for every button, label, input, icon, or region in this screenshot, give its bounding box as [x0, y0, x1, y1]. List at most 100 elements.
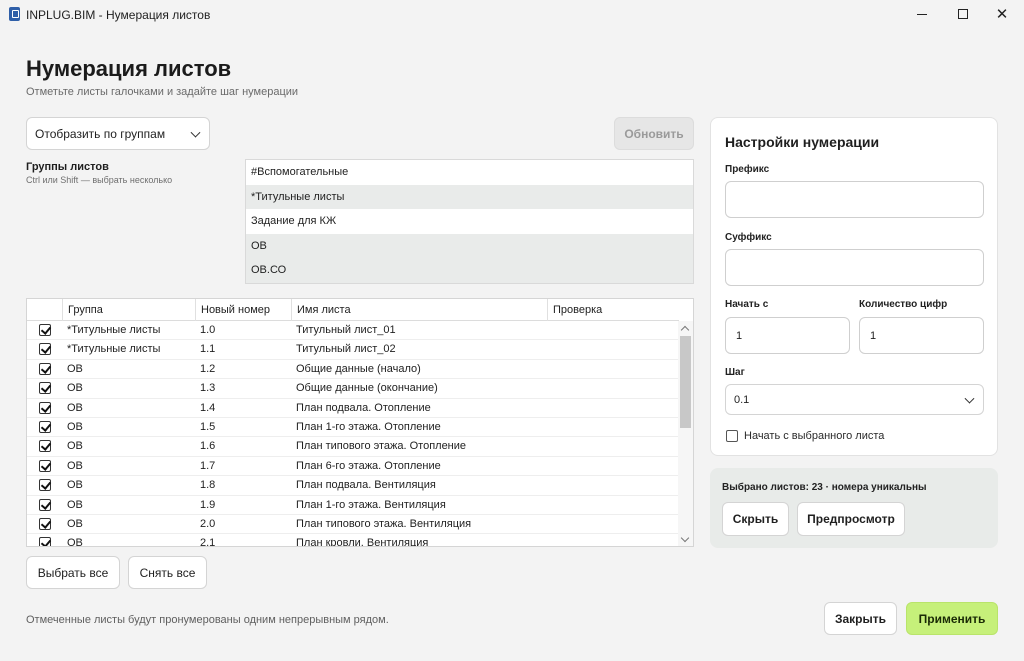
scroll-down-icon[interactable]	[680, 533, 690, 543]
row-number: 1.2	[200, 362, 216, 375]
prefix-input[interactable]	[725, 181, 984, 218]
table-row[interactable]: ОВ 1.3 Общие данные (окончание)	[27, 379, 679, 399]
row-check	[547, 379, 552, 398]
scroll-up-icon[interactable]	[680, 325, 690, 335]
row-checkbox[interactable]	[39, 459, 51, 472]
row-checkbox[interactable]	[39, 440, 51, 453]
table-row[interactable]: ОВ 2.1 План кровли. Вентиляция	[27, 534, 679, 547]
refresh-button[interactable]: Обновить	[614, 117, 694, 150]
column-header-number[interactable]: Новый номер	[195, 299, 291, 321]
table-row[interactable]: *Титульные листы 1.1 Титульный лист_02	[27, 340, 679, 360]
row-checkbox[interactable]	[39, 498, 51, 511]
row-group: *Титульные листы	[67, 343, 161, 356]
close-icon: ✕	[995, 6, 1009, 23]
row-group: *Титульные листы	[67, 324, 161, 336]
chevron-down-icon	[190, 127, 201, 138]
row-number: 1.1	[200, 343, 216, 356]
row-number: 1.0	[200, 324, 216, 336]
digits-input[interactable]: 1	[859, 317, 984, 354]
table-header: Группа Новый номер Имя листа Проверка	[27, 299, 679, 321]
page-subtitle: Отметьте листы галочками и задайте шаг н…	[26, 86, 299, 98]
digits-label: Количество цифр	[859, 299, 948, 310]
table-row[interactable]: ОВ 1.5 План 1-го этажа. Отопление	[27, 418, 679, 438]
group-item[interactable]: ОВ	[246, 233, 693, 259]
start-label: Начать с	[725, 299, 769, 310]
row-sheet-name: План типового этажа. Вентиляция	[296, 518, 472, 530]
column-header-group[interactable]: Группа	[62, 299, 195, 321]
row-check	[547, 476, 552, 495]
row-number: 1.5	[200, 421, 216, 433]
selection-status-panel: Выбрано листов: 23 · номера уникальны Ск…	[710, 468, 998, 548]
table-row[interactable]: ОВ 1.2 Общие данные (начало)	[27, 360, 679, 380]
suffix-input[interactable]	[725, 249, 984, 286]
row-sheet-name: План 1-го этажа. Отопление	[296, 421, 441, 433]
row-check	[547, 496, 552, 515]
table-row[interactable]: *Титульные листы 1.0 Титульный лист_01	[27, 321, 679, 341]
group-item[interactable]: ОВ.СО	[246, 258, 693, 283]
row-checkbox[interactable]	[39, 362, 51, 375]
table-row[interactable]: ОВ 1.8 План подвала. Вентиляция	[27, 476, 679, 496]
checkbox-column-header	[27, 299, 62, 321]
suffix-label: Суффикс	[725, 232, 772, 243]
deselect-all-button[interactable]: Снять все	[128, 556, 207, 589]
scroll-thumb[interactable]	[680, 336, 691, 428]
table-row[interactable]: ОВ 1.6 План типового этажа. Отопление	[27, 437, 679, 457]
maximize-button[interactable]	[943, 0, 983, 28]
row-group: ОВ	[67, 479, 83, 492]
row-checkbox[interactable]	[39, 324, 51, 336]
row-checkbox[interactable]	[39, 421, 51, 433]
start-from-selected-checkbox[interactable]	[726, 430, 738, 442]
table-row[interactable]: ОВ 1.7 План 6-го этажа. Отопление	[27, 457, 679, 477]
start-from-selected-label: Начать с выбранного листа	[744, 430, 885, 442]
sheets-table: Группа Новый номер Имя листа Проверка *Т…	[26, 298, 694, 547]
table-scrollbar[interactable]	[678, 321, 693, 546]
row-check	[547, 515, 552, 534]
row-checkbox[interactable]	[39, 479, 51, 492]
preview-button[interactable]: Предпросмотр	[797, 502, 905, 536]
window-title: INPLUG.BIM - Нумерация листов	[26, 8, 211, 22]
page-title: Нумерация листов	[26, 56, 232, 81]
row-sheet-name: План 1-го этажа. Вентиляция	[296, 498, 446, 511]
row-sheet-name: План кровли. Вентиляция	[296, 537, 429, 547]
apply-button[interactable]: Применить	[906, 602, 998, 635]
row-check	[547, 321, 552, 340]
row-group: ОВ	[67, 421, 83, 433]
row-checkbox[interactable]	[39, 518, 51, 530]
hide-button[interactable]: Скрыть	[722, 502, 789, 536]
chevron-down-icon	[964, 393, 975, 404]
group-item[interactable]: #Вспомогательные	[246, 160, 693, 185]
table-row[interactable]: ОВ 1.4 План подвала. Отопление	[27, 399, 679, 418]
column-header-check[interactable]: Проверка	[547, 299, 679, 321]
selection-status-text: Выбрано листов: 23 · номера уникальны	[722, 482, 927, 493]
start-number-input[interactable]: 1	[725, 317, 850, 354]
row-group: ОВ	[67, 362, 83, 375]
group-item[interactable]: *Титульные листы	[246, 184, 693, 210]
row-number: 1.8	[200, 479, 216, 492]
groups-hint: Ctrl или Shift — выбрать несколько	[26, 175, 173, 185]
close-button[interactable]: Закрыть	[824, 602, 897, 635]
step-select[interactable]: 0.1	[725, 384, 984, 415]
group-item[interactable]: Задание для КЖ	[246, 209, 693, 234]
group-list[interactable]: #Вспомогательные *Титульные листы Задани…	[245, 159, 694, 284]
row-checkbox[interactable]	[39, 401, 51, 414]
column-header-name[interactable]: Имя листа	[291, 299, 547, 321]
app-logo-icon	[9, 7, 20, 21]
row-check	[547, 360, 552, 379]
row-checkbox[interactable]	[39, 382, 51, 395]
row-sheet-name: План 6-го этажа. Отопление	[296, 459, 441, 472]
view-mode-select[interactable]: Отобразить по группам	[26, 117, 210, 150]
minimize-button[interactable]	[902, 0, 942, 28]
select-all-button[interactable]: Выбрать все	[26, 556, 120, 589]
row-check	[547, 340, 552, 359]
table-row[interactable]: ОВ 1.9 План 1-го этажа. Вентиляция	[27, 496, 679, 515]
row-group: ОВ	[67, 401, 83, 414]
row-checkbox[interactable]	[39, 343, 51, 356]
row-sheet-name: План подвала. Отопление	[296, 401, 431, 414]
close-window-button[interactable]: ✕	[982, 0, 1022, 28]
groups-label: Группы листов	[26, 161, 109, 173]
row-group: ОВ	[67, 459, 83, 472]
row-checkbox[interactable]	[39, 537, 51, 546]
step-label: Шаг	[725, 367, 745, 378]
table-row[interactable]: ОВ 2.0 План типового этажа. Вентиляция	[27, 515, 679, 535]
row-check	[547, 534, 552, 546]
